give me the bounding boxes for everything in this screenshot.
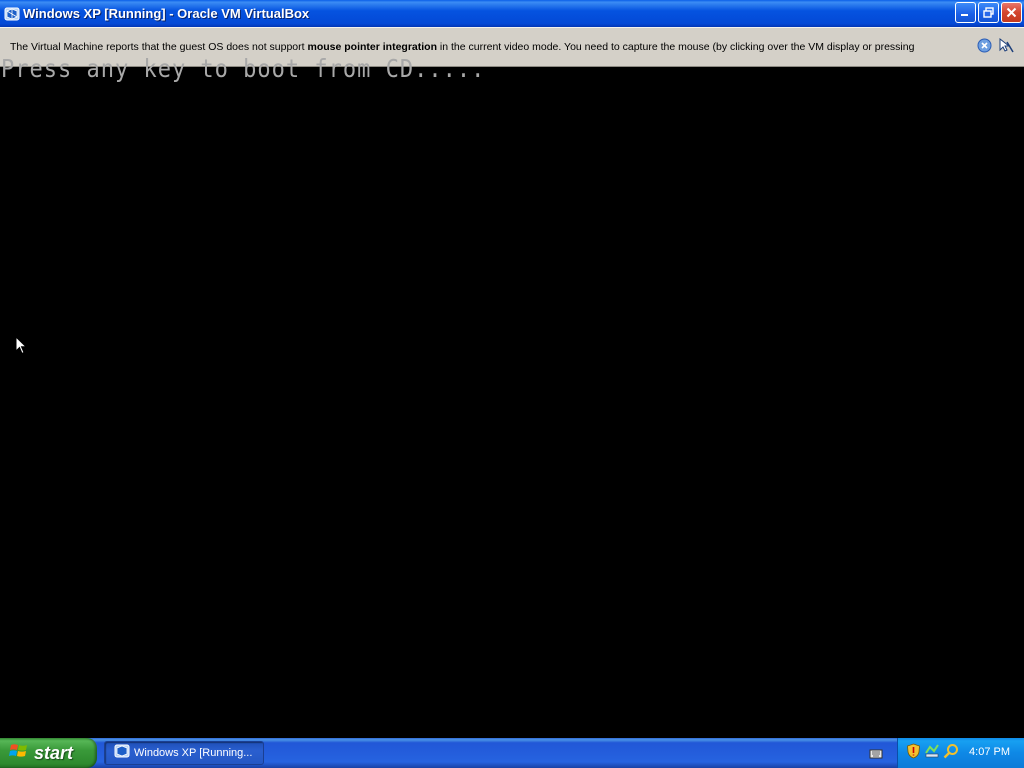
boot-message: Press any key to boot from CD..... xyxy=(1,55,486,84)
window-titlebar[interactable]: Windows XP [Running] - Oracle VM Virtual… xyxy=(0,0,1024,27)
search-icon[interactable] xyxy=(943,743,959,763)
keyboard-icon[interactable] xyxy=(869,746,883,765)
notification-actions xyxy=(977,37,1014,57)
taskbar-item-label: Windows XP [Running... xyxy=(134,747,253,759)
dismiss-icon[interactable] xyxy=(977,38,992,57)
minimize-button[interactable] xyxy=(955,2,976,23)
start-button[interactable]: start xyxy=(0,738,97,768)
vm-display[interactable]: Press any key to boot from CD..... xyxy=(0,55,1024,738)
close-icon xyxy=(1006,7,1017,18)
mouse-integration-icon[interactable] xyxy=(998,37,1014,57)
notification-text-before: The Virtual Machine reports that the gue… xyxy=(10,41,308,53)
start-label: start xyxy=(34,742,74,763)
virtualbox-icon[interactable] xyxy=(4,6,20,22)
notification-text-after: in the current video mode. You need to c… xyxy=(437,41,915,53)
security-shield-icon[interactable] xyxy=(906,743,921,763)
close-button[interactable] xyxy=(1001,2,1022,23)
network-icon[interactable] xyxy=(924,743,940,763)
screen: Windows XP [Running] - Oracle VM Virtual… xyxy=(0,0,1024,768)
taskbar: start Windows XP [Running... 4:07 PM xyxy=(0,738,1024,768)
window-controls xyxy=(955,2,1022,23)
virtualbox-icon xyxy=(114,743,130,763)
notification-message: The Virtual Machine reports that the gue… xyxy=(10,41,965,53)
minimize-icon xyxy=(961,14,968,16)
notification-text-bold: mouse pointer integration xyxy=(307,41,437,53)
tray-icons xyxy=(906,743,959,763)
clock[interactable]: 4:07 PM xyxy=(969,746,1010,758)
windows-flag-icon xyxy=(9,742,29,764)
mouse-pointer-icon xyxy=(15,335,28,360)
window-title: Windows XP [Running] - Oracle VM Virtual… xyxy=(23,6,310,21)
restore-icon xyxy=(983,7,994,18)
system-tray: 4:07 PM xyxy=(897,738,1024,768)
restore-button[interactable] xyxy=(978,2,999,23)
taskbar-item-virtualbox[interactable]: Windows XP [Running... xyxy=(104,741,264,765)
